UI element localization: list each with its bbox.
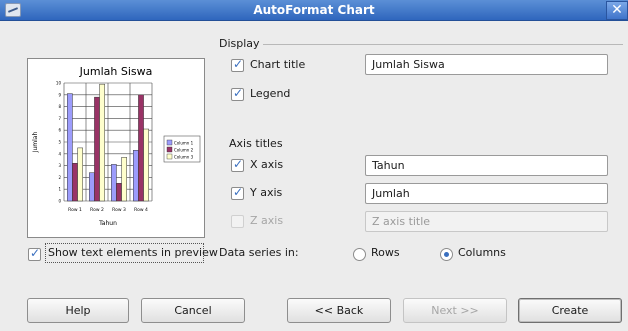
bar [138, 94, 144, 202]
bar [111, 164, 117, 202]
legend-swatch [166, 139, 173, 146]
y-axis-title-input[interactable]: Jumlah [365, 183, 608, 204]
chart-title-checkbox[interactable] [231, 57, 244, 72]
display-section-title: Display [219, 37, 260, 50]
x-tick-label: Row 1 [68, 207, 82, 213]
legend-swatch [166, 153, 173, 160]
x-axis-label: X axis [250, 158, 284, 171]
bar [89, 172, 95, 202]
bar [143, 128, 149, 202]
y-tick-label: 4 [58, 151, 61, 156]
create-button[interactable]: Create [518, 298, 622, 323]
bar [99, 83, 105, 202]
chart-title: Jumlah Siswa [79, 65, 153, 78]
close-button[interactable]: ✕ [606, 1, 628, 20]
y-tick-label: 3 [58, 163, 61, 168]
z-axis-title-input: Z axis title [365, 211, 608, 232]
y-tick-label: 6 [58, 128, 61, 133]
x-axis-checkbox[interactable] [231, 157, 244, 172]
data-series-label: Data series in: [219, 246, 299, 259]
y-tick-label: 2 [58, 175, 61, 180]
x-axis-title-input[interactable]: Tahun [365, 155, 608, 176]
bar [116, 183, 122, 202]
columns-radio[interactable] [440, 248, 453, 261]
show-text-label: Show text elements in preview [48, 246, 218, 259]
legend-label: Column 1 [174, 141, 194, 146]
help-button[interactable]: Help [27, 298, 129, 323]
z-axis-label: Z axis [250, 214, 284, 227]
chart-preview: Jumlah Siswa 10 9 8 7 6 5 4 3 2 1 0 Row 1 Row 2 Row 3R… [27, 58, 205, 238]
axis-titles-section-title: Axis titles [229, 137, 283, 150]
window-title: AutoFormat Chart [253, 3, 375, 17]
show-text-checkbox[interactable] [28, 246, 41, 261]
x-axis-title: Tahun [98, 220, 117, 227]
rows-radio[interactable] [353, 248, 366, 261]
bar [121, 157, 127, 202]
y-tick-label: 1 [58, 187, 61, 192]
back-button[interactable]: << Back [287, 298, 391, 323]
bar [67, 93, 73, 202]
chart-title-input[interactable]: Jumlah Siswa [365, 54, 608, 75]
next-button: Next >> [403, 298, 507, 323]
columns-label: Columns [458, 246, 506, 259]
cancel-button[interactable]: Cancel [141, 298, 245, 323]
x-tick-label: Row 2 [90, 207, 104, 213]
title-bar: AutoFormat Chart ✕ [0, 0, 628, 21]
y-tick-label: 10 [56, 81, 62, 86]
bar [133, 150, 139, 202]
y-tick-label: 5 [58, 140, 61, 145]
y-axis-label: Y axis [250, 186, 283, 199]
legend-label: Column 3 [174, 155, 194, 160]
y-tick-label: 7 [58, 116, 61, 121]
x-tick-label: Row 4 [134, 207, 148, 213]
bar [72, 162, 78, 202]
y-tick-label: 8 [58, 104, 61, 109]
bar [77, 147, 83, 202]
legend-label: Legend [250, 87, 291, 100]
x-tick-label: Row 3 [112, 207, 126, 213]
y-axis-checkbox[interactable] [231, 185, 244, 200]
chart-svg: Jumlah Siswa109876543210Row 1 Row 2 Row 3R… [32, 65, 201, 227]
z-axis-checkbox [231, 215, 244, 228]
bar [94, 96, 100, 202]
rows-label: Rows [371, 246, 400, 259]
legend-swatch [166, 146, 173, 153]
y-tick-label: 0 [58, 199, 61, 204]
y-axis-title: Jumlah [32, 132, 39, 154]
legend-checkbox[interactable] [231, 86, 244, 101]
y-tick-label: 9 [58, 92, 61, 97]
display-separator [263, 44, 623, 45]
chart-title-label: Chart title [250, 58, 306, 71]
legend-label: Column 2 [174, 148, 194, 153]
